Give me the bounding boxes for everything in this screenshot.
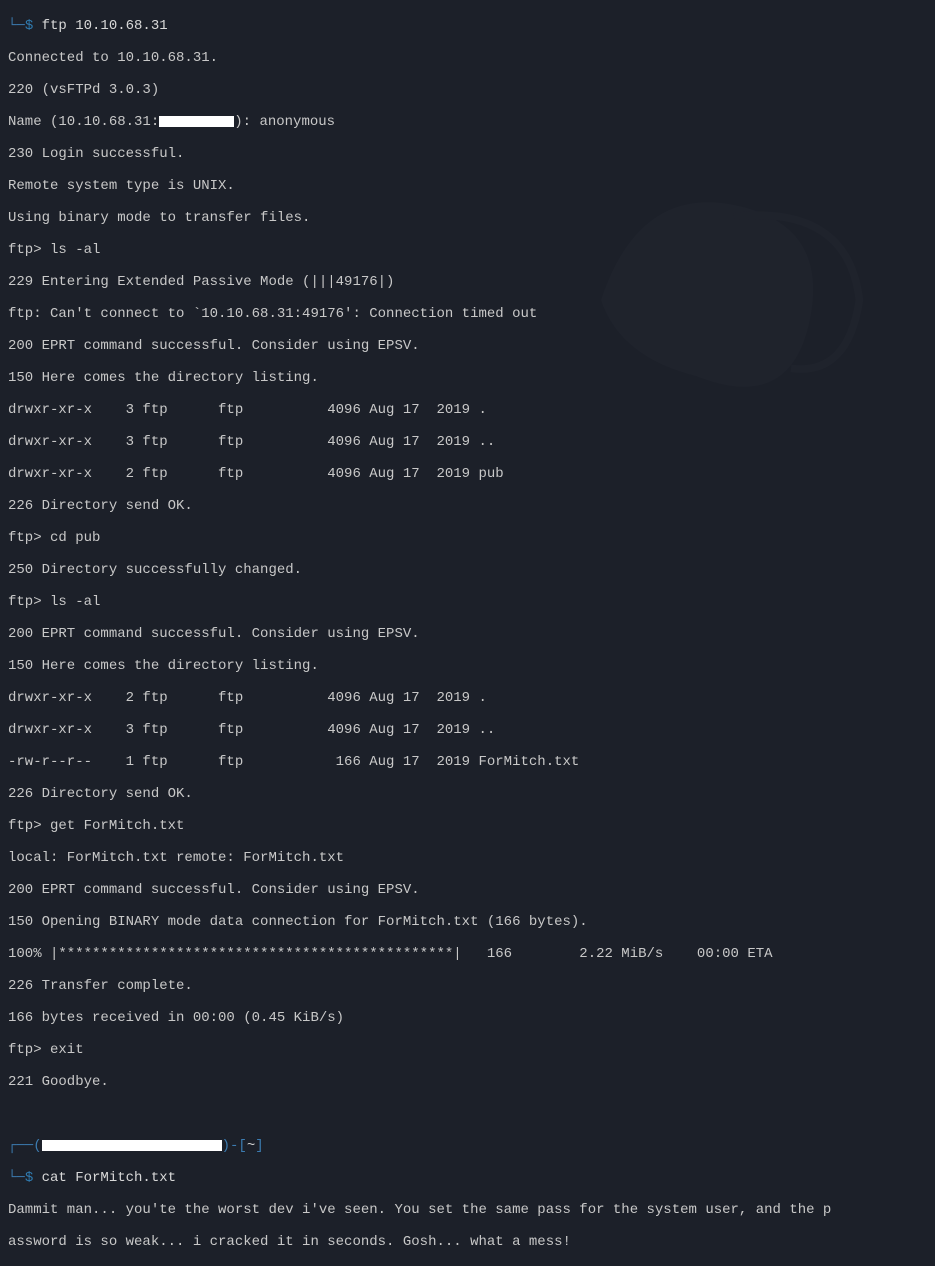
prompt-line-2-top: ┌──()-[~] <box>8 1138 927 1154</box>
ftp-output: ftp> exit <box>8 1042 927 1058</box>
ftp-output: Remote system type is UNIX. <box>8 178 927 194</box>
ftp-output: 229 Entering Extended Passive Mode (|||4… <box>8 274 927 290</box>
blank-line <box>8 1106 927 1122</box>
ftp-output: drwxr-xr-x 2 ftp ftp 4096 Aug 17 2019 pu… <box>8 466 927 482</box>
ftp-output: 150 Here comes the directory listing. <box>8 370 927 386</box>
prompt-line-2-bot: └─$ cat ForMitch.txt <box>8 1170 927 1186</box>
ftp-command: ftp 10.10.68.31 <box>33 18 167 34</box>
prompt-bracket-close: ] <box>255 1138 263 1154</box>
ftp-output: 150 Opening BINARY mode data connection … <box>8 914 927 930</box>
ftp-output: -rw-r--r-- 1 ftp ftp 166 Aug 17 2019 For… <box>8 754 927 770</box>
cat-command: cat ForMitch.txt <box>33 1170 176 1186</box>
redacted-user-host <box>42 1140 222 1151</box>
cat-output: assword is so weak... i cracked it in se… <box>8 1234 927 1250</box>
ftp-output: 221 Goodbye. <box>8 1074 927 1090</box>
ftp-output: 100% |**********************************… <box>8 946 927 962</box>
ftp-output: Using binary mode to transfer files. <box>8 210 927 226</box>
cat-output: Dammit man... you'te the worst dev i've … <box>8 1202 927 1218</box>
redacted-user <box>159 116 234 127</box>
ftp-output: drwxr-xr-x 3 ftp ftp 4096 Aug 17 2019 . <box>8 402 927 418</box>
ftp-output: drwxr-xr-x 3 ftp ftp 4096 Aug 17 2019 .. <box>8 434 927 450</box>
ftp-output: drwxr-xr-x 2 ftp ftp 4096 Aug 17 2019 . <box>8 690 927 706</box>
prompt-line-1: └─$ ftp 10.10.68.31 <box>8 18 927 34</box>
prompt-bracket-open: -[ <box>230 1138 247 1154</box>
prompt-paren-open: ( <box>33 1138 41 1154</box>
ftp-output: Connected to 10.10.68.31. <box>8 50 927 66</box>
prompt-glyph: └─ <box>8 1170 25 1186</box>
prompt-paren-close: ) <box>222 1138 230 1154</box>
prompt-path: ~ <box>247 1138 255 1154</box>
prompt-glyph: └─ <box>8 18 25 34</box>
ftp-output: ftp> ls -al <box>8 242 927 258</box>
ftp-output: Name (10.10.68.31:): anonymous <box>8 114 927 130</box>
ftp-output: 226 Directory send OK. <box>8 786 927 802</box>
ftp-output: ftp> cd pub <box>8 530 927 546</box>
ftp-output: ftp> get ForMitch.txt <box>8 818 927 834</box>
ftp-output: 226 Transfer complete. <box>8 978 927 994</box>
ftp-output: 200 EPRT command successful. Consider us… <box>8 338 927 354</box>
ftp-output: 200 EPRT command successful. Consider us… <box>8 882 927 898</box>
prompt-glyph: ┌── <box>8 1138 33 1154</box>
ftp-output: 220 (vsFTPd 3.0.3) <box>8 82 927 98</box>
terminal-output[interactable]: └─$ ftp 10.10.68.31 Connected to 10.10.6… <box>8 2 927 1266</box>
ftp-output: 230 Login successful. <box>8 146 927 162</box>
ftp-output: 150 Here comes the directory listing. <box>8 658 927 674</box>
ftp-output: 166 bytes received in 00:00 (0.45 KiB/s) <box>8 1010 927 1026</box>
ftp-output: ftp: Can't connect to `10.10.68.31:49176… <box>8 306 927 322</box>
ftp-output: local: ForMitch.txt remote: ForMitch.txt <box>8 850 927 866</box>
prompt-dollar: $ <box>25 1170 33 1186</box>
ftp-output: 250 Directory successfully changed. <box>8 562 927 578</box>
ftp-output: ftp> ls -al <box>8 594 927 610</box>
ftp-output: 200 EPRT command successful. Consider us… <box>8 626 927 642</box>
prompt-dollar: $ <box>25 18 33 34</box>
ftp-output: 226 Directory send OK. <box>8 498 927 514</box>
ftp-output: drwxr-xr-x 3 ftp ftp 4096 Aug 17 2019 .. <box>8 722 927 738</box>
